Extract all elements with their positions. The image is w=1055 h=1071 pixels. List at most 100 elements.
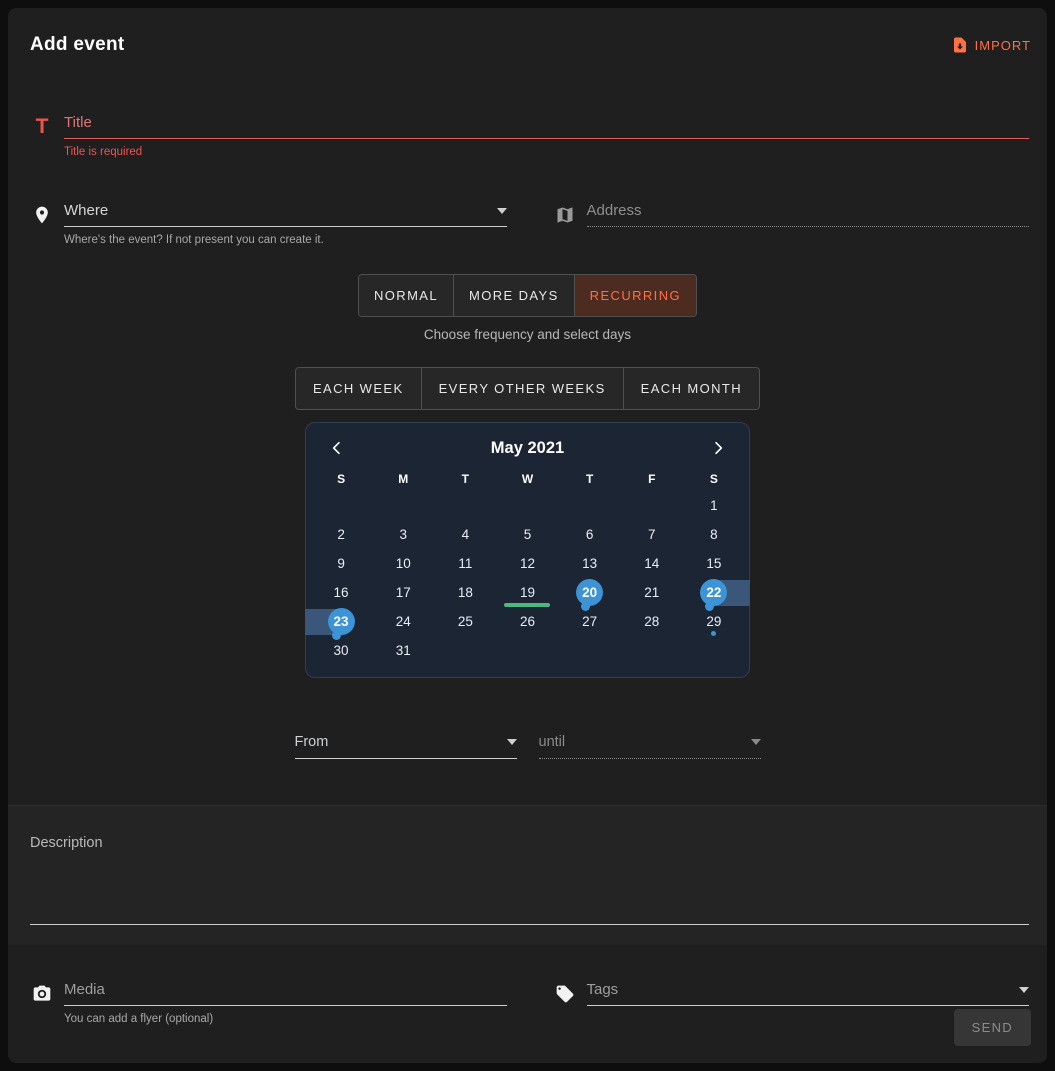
- calendar-month-title: May 2021: [350, 439, 705, 458]
- calendar-day-empty: [310, 491, 372, 520]
- frequency-hint: Choose frequency and select days: [424, 327, 631, 342]
- calendar-day-empty: [434, 636, 496, 665]
- address-input[interactable]: Address: [553, 202, 1030, 227]
- calendar-day[interactable]: 21: [621, 578, 683, 607]
- calendar-day[interactable]: 31: [372, 636, 434, 665]
- title-field[interactable]: T Title: [30, 114, 1029, 139]
- add-event-dialog: Add event IMPORT T Title Title is requir…: [8, 8, 1047, 1063]
- calendar-day-empty: [559, 491, 621, 520]
- title-input[interactable]: Title: [64, 114, 1029, 139]
- tab-recurring[interactable]: RECURRING: [574, 275, 696, 316]
- where-select[interactable]: Where: [30, 202, 507, 227]
- frequency-options: EACH WEEK EVERY OTHER WEEKS EACH MONTH: [295, 367, 760, 410]
- map-icon: [553, 203, 577, 227]
- from-time-select[interactable]: From: [295, 734, 517, 759]
- description-input[interactable]: [30, 924, 1029, 925]
- tags-placeholder: Tags: [587, 981, 1012, 998]
- calendar-day-empty: [496, 491, 558, 520]
- calendar-day[interactable]: 28: [621, 607, 683, 636]
- until-time-select[interactable]: until: [539, 734, 761, 759]
- file-import-icon: [950, 35, 970, 55]
- each-month-button[interactable]: EACH MONTH: [623, 368, 759, 409]
- where-field-block: Where Where's the event? If not present …: [30, 202, 507, 246]
- event-type-tabs: NORMAL MORE DAYS RECURRING: [358, 274, 697, 317]
- title-error-text: Title is required: [64, 146, 1029, 158]
- calendar-day[interactable]: 18: [434, 578, 496, 607]
- calendar-day[interactable]: 16: [310, 578, 372, 607]
- calendar-header: May 2021: [310, 431, 745, 465]
- calendar-weekdays: SMTWTFS: [310, 465, 745, 491]
- calendar-day[interactable]: 22: [683, 578, 745, 607]
- calendar-day-empty: [496, 636, 558, 665]
- address-field-block: Address: [553, 202, 1030, 246]
- calendar-day[interactable]: 14: [621, 549, 683, 578]
- prev-month-button[interactable]: [324, 435, 350, 461]
- calendar-day[interactable]: 1: [683, 491, 745, 520]
- calendar-day[interactable]: 15: [683, 549, 745, 578]
- calendar-day-empty: [434, 491, 496, 520]
- weekday-label: T: [434, 472, 496, 486]
- next-month-button[interactable]: [705, 435, 731, 461]
- calendar-day[interactable]: 2: [310, 520, 372, 549]
- calendar-day[interactable]: 3: [372, 520, 434, 549]
- calendar-day[interactable]: 27: [559, 607, 621, 636]
- calendar-day[interactable]: 8: [683, 520, 745, 549]
- every-other-weeks-button[interactable]: EVERY OTHER WEEKS: [421, 368, 623, 409]
- media-field-block: Media You can add a flyer (optional): [30, 981, 507, 1025]
- calendar-day[interactable]: 6: [559, 520, 621, 549]
- page-title: Add event: [30, 34, 125, 56]
- time-row: From until: [295, 734, 761, 759]
- calendar-day[interactable]: 9: [310, 549, 372, 578]
- calendar-day[interactable]: 12: [496, 549, 558, 578]
- weekday-label: S: [310, 472, 372, 486]
- calendar-day[interactable]: 4: [434, 520, 496, 549]
- calendar-day-empty: [621, 491, 683, 520]
- tab-more-days[interactable]: MORE DAYS: [453, 275, 574, 316]
- each-week-button[interactable]: EACH WEEK: [296, 368, 421, 409]
- dialog-header: Add event IMPORT: [8, 8, 1047, 56]
- calendar-day[interactable]: 5: [496, 520, 558, 549]
- calendar-day[interactable]: 30: [310, 636, 372, 665]
- camera-icon: [30, 982, 54, 1006]
- media-input[interactable]: Media: [30, 981, 507, 1006]
- calendar-day[interactable]: 25: [434, 607, 496, 636]
- chevron-down-icon: [1019, 987, 1029, 993]
- weekday-label: T: [559, 472, 621, 486]
- calendar-day[interactable]: 13: [559, 549, 621, 578]
- title-text-icon: T: [30, 115, 54, 139]
- title-placeholder: Title: [64, 114, 1029, 131]
- calendar-day[interactable]: 20: [559, 578, 621, 607]
- where-placeholder: Where: [64, 202, 489, 219]
- calendar-day[interactable]: 7: [621, 520, 683, 549]
- calendar-day-empty: [372, 491, 434, 520]
- tags-select[interactable]: Tags: [553, 981, 1030, 1006]
- calendar-day-empty: [559, 636, 621, 665]
- chevron-down-icon: [507, 739, 517, 745]
- weekday-label: W: [496, 472, 558, 486]
- calendar: May 2021 SMTWTFS 12345678910111213141516…: [305, 422, 750, 678]
- calendar-day[interactable]: 24: [372, 607, 434, 636]
- calendar-day-empty: [683, 636, 745, 665]
- address-placeholder: Address: [587, 202, 1030, 219]
- calendar-day[interactable]: 26: [496, 607, 558, 636]
- media-helper-text: You can add a flyer (optional): [64, 1013, 507, 1025]
- location-row: Where Where's the event? If not present …: [8, 202, 1047, 246]
- location-pin-icon: [30, 203, 54, 227]
- weekday-label: F: [621, 472, 683, 486]
- tab-normal[interactable]: NORMAL: [359, 275, 453, 316]
- media-placeholder: Media: [64, 981, 507, 998]
- calendar-day[interactable]: 10: [372, 549, 434, 578]
- media-tags-row: Media You can add a flyer (optional) Tag…: [8, 981, 1047, 1025]
- send-button[interactable]: SEND: [954, 1009, 1031, 1046]
- calendar-day[interactable]: 23: [310, 607, 372, 636]
- weekday-label: S: [683, 472, 745, 486]
- calendar-day[interactable]: 11: [434, 549, 496, 578]
- import-label: IMPORT: [975, 38, 1031, 53]
- calendar-day[interactable]: 17: [372, 578, 434, 607]
- where-helper-text: Where's the event? If not present you ca…: [64, 234, 507, 246]
- calendar-day[interactable]: 19: [496, 578, 558, 607]
- import-button[interactable]: IMPORT: [950, 35, 1031, 55]
- calendar-grid: 1234567891011121314151617181920212223242…: [310, 491, 745, 665]
- calendar-day[interactable]: 29: [683, 607, 745, 636]
- title-field-row: T Title Title is required: [8, 114, 1047, 158]
